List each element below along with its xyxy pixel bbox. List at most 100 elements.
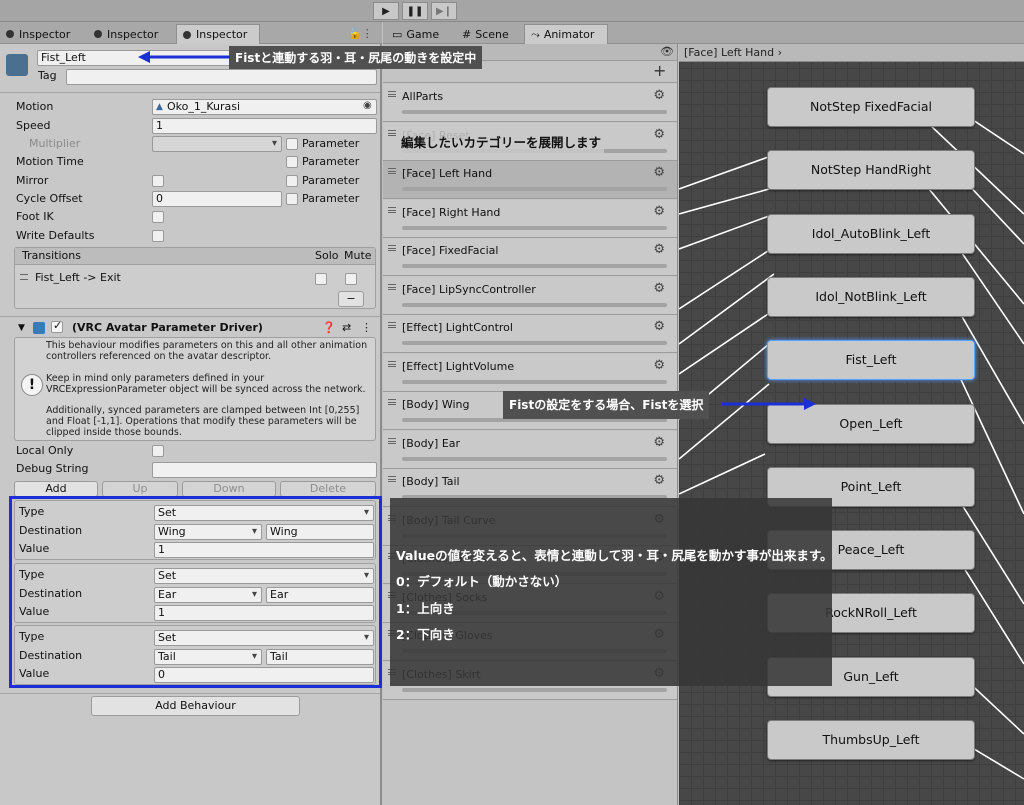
add-behaviour-button[interactable]: Add Behaviour bbox=[91, 696, 300, 716]
down-button[interactable]: Down bbox=[182, 481, 276, 497]
info-text-2: Keep in mind only parameters defined in … bbox=[46, 373, 366, 395]
layer-weight-bar[interactable] bbox=[402, 341, 667, 345]
delete-button[interactable]: Delete bbox=[280, 481, 376, 497]
tab-game[interactable]: ▭ Game bbox=[386, 24, 456, 44]
drag-handle-icon[interactable] bbox=[388, 437, 396, 444]
mirror-checkbox[interactable] bbox=[152, 175, 164, 187]
remove-transition-button[interactable]: − bbox=[338, 291, 364, 307]
solo-checkbox[interactable] bbox=[315, 273, 327, 285]
layer-weight-bar[interactable] bbox=[402, 379, 667, 384]
step-button[interactable]: ▶❙ bbox=[431, 2, 457, 20]
mute-checkbox[interactable] bbox=[345, 273, 357, 285]
drag-handle-icon[interactable] bbox=[388, 360, 396, 367]
annotation-top: Fistと連動する羽・耳・尻尾の動きを設定中 bbox=[229, 46, 483, 69]
parameter-label: Parameter bbox=[302, 155, 360, 168]
info-text-1: This behaviour modifies parameters on th… bbox=[46, 340, 368, 362]
drag-handle-icon[interactable] bbox=[388, 129, 396, 136]
gear-icon[interactable]: ⚙ bbox=[653, 473, 665, 488]
tab-inspector-3[interactable]: Inspector bbox=[176, 24, 260, 44]
state-node[interactable]: Fist_Left bbox=[767, 340, 975, 381]
breadcrumb[interactable]: [Face] Left Hand › bbox=[679, 44, 1024, 62]
motion-field[interactable]: Oko_1_Kurasi bbox=[152, 99, 377, 115]
state-node[interactable]: Idol_NotBlink_Left bbox=[767, 276, 975, 317]
layer-weight-bar[interactable] bbox=[402, 456, 667, 461]
drag-handle-icon[interactable] bbox=[388, 91, 396, 97]
gear-icon[interactable]: ⚙ bbox=[653, 127, 665, 142]
transition-item[interactable]: Fist_Left -> Exit bbox=[35, 270, 121, 286]
drag-handle-icon[interactable] bbox=[388, 283, 396, 290]
gear-icon[interactable]: ⚙ bbox=[653, 88, 665, 103]
layer-item[interactable]: [Body] Ear ⚙ bbox=[383, 430, 677, 469]
tab-animator[interactable]: ⤳ Animator bbox=[524, 24, 608, 44]
up-button[interactable]: Up bbox=[102, 481, 178, 497]
cycle-offset-parameter-checkbox[interactable] bbox=[286, 193, 298, 205]
layer-item[interactable]: [Face] LipSyncController ⚙ bbox=[383, 276, 677, 315]
info-icon bbox=[183, 30, 191, 39]
state-node[interactable]: NotStep FixedFacial bbox=[767, 87, 975, 127]
gear-icon[interactable]: ⚙ bbox=[653, 435, 665, 450]
more-icon[interactable]: ⋮ bbox=[361, 320, 372, 336]
gear-icon[interactable]: ⚙ bbox=[653, 165, 665, 180]
play-icon: ▶ bbox=[382, 5, 390, 17]
write-defaults-checkbox[interactable] bbox=[152, 230, 164, 242]
tab-scene[interactable]: # Scene bbox=[456, 24, 522, 44]
state-node[interactable]: ThumbsUp_Left bbox=[767, 720, 975, 760]
state-node[interactable]: NotStep HandRight bbox=[767, 150, 975, 191]
motion-value: Oko_1_Kurasi bbox=[167, 100, 241, 113]
layer-item[interactable]: [Effect] LightVolume ⚙ bbox=[383, 353, 677, 392]
state-graph[interactable]: [Face] Left Hand › NotStep FixedFacial No… bbox=[679, 44, 1024, 805]
pause-button[interactable]: ❚❚ bbox=[402, 2, 428, 20]
layer-weight-bar[interactable] bbox=[402, 187, 667, 191]
layer-item[interactable]: AllParts ⚙ bbox=[383, 84, 677, 122]
layer-weight-bar[interactable] bbox=[402, 110, 667, 114]
cycle-offset-field[interactable]: 0 bbox=[152, 191, 282, 207]
gear-icon[interactable]: ⚙ bbox=[653, 204, 665, 219]
divider bbox=[0, 92, 380, 93]
layer-weight-bar[interactable] bbox=[402, 264, 667, 268]
multiplier-dropdown[interactable] bbox=[152, 136, 282, 152]
write-defaults-label: Write Defaults bbox=[16, 229, 95, 242]
behaviour-enable-checkbox[interactable]: ✓ bbox=[51, 319, 63, 333]
drag-handle-icon[interactable] bbox=[388, 322, 396, 328]
drag-handle-icon[interactable] bbox=[388, 206, 396, 213]
foot-ik-checkbox[interactable] bbox=[152, 211, 164, 223]
speed-field[interactable]: 1 bbox=[152, 118, 377, 134]
help-icon[interactable]: ❓ bbox=[322, 320, 336, 336]
play-button[interactable]: ▶ bbox=[373, 2, 399, 20]
tab-inspector-1[interactable]: Inspector bbox=[0, 24, 86, 44]
lock-icon[interactable]: 🔓⋮ bbox=[348, 27, 373, 40]
parameter-label: Parameter bbox=[302, 137, 360, 150]
layer-item[interactable]: [Effect] LightControl ⚙ bbox=[383, 315, 677, 353]
object-picker-icon[interactable]: ◉ bbox=[363, 100, 372, 111]
layer-weight-bar[interactable] bbox=[402, 302, 667, 307]
foldout-icon[interactable]: ▼ bbox=[18, 320, 25, 336]
layer-item[interactable]: [Face] FixedFacial ⚙ bbox=[383, 238, 677, 276]
motion-time-parameter-checkbox[interactable] bbox=[286, 156, 298, 168]
state-node[interactable]: Idol_AutoBlink_Left bbox=[767, 213, 975, 254]
drag-handle-icon[interactable] bbox=[388, 476, 396, 482]
drag-handle-icon[interactable] bbox=[388, 399, 396, 405]
layer-item[interactable]: [Face] Left Hand ⚙ bbox=[383, 161, 677, 199]
info-icon bbox=[6, 30, 14, 38]
local-only-checkbox[interactable] bbox=[152, 445, 164, 457]
multiplier-parameter-checkbox[interactable] bbox=[286, 138, 298, 150]
drag-handle-icon[interactable] bbox=[388, 245, 396, 251]
layer-weight-bar[interactable] bbox=[402, 687, 667, 692]
add-layer-button[interactable]: + bbox=[653, 61, 666, 80]
settings-icon[interactable]: ⇄ bbox=[342, 320, 351, 336]
add-button[interactable]: Add bbox=[14, 481, 98, 497]
gear-icon[interactable]: ⚙ bbox=[653, 358, 665, 373]
layer-weight-bar[interactable] bbox=[402, 225, 667, 230]
layer-item[interactable]: [Face] Right Hand ⚙ bbox=[383, 199, 677, 238]
drag-handle-icon[interactable] bbox=[20, 274, 28, 280]
gear-icon[interactable]: ⚙ bbox=[653, 319, 665, 334]
drag-handle-icon[interactable] bbox=[388, 168, 396, 174]
mirror-parameter-checkbox[interactable] bbox=[286, 175, 298, 187]
layer-name: [Body] Ear bbox=[402, 436, 461, 450]
tab-inspector-2[interactable]: Inspector bbox=[88, 24, 174, 44]
tag-field[interactable] bbox=[66, 69, 377, 85]
debug-string-field[interactable] bbox=[152, 462, 377, 478]
gear-icon[interactable]: ⚙ bbox=[653, 281, 665, 296]
gear-icon[interactable]: ⚙ bbox=[653, 242, 665, 257]
eye-icon[interactable]: 👁 bbox=[660, 45, 674, 58]
